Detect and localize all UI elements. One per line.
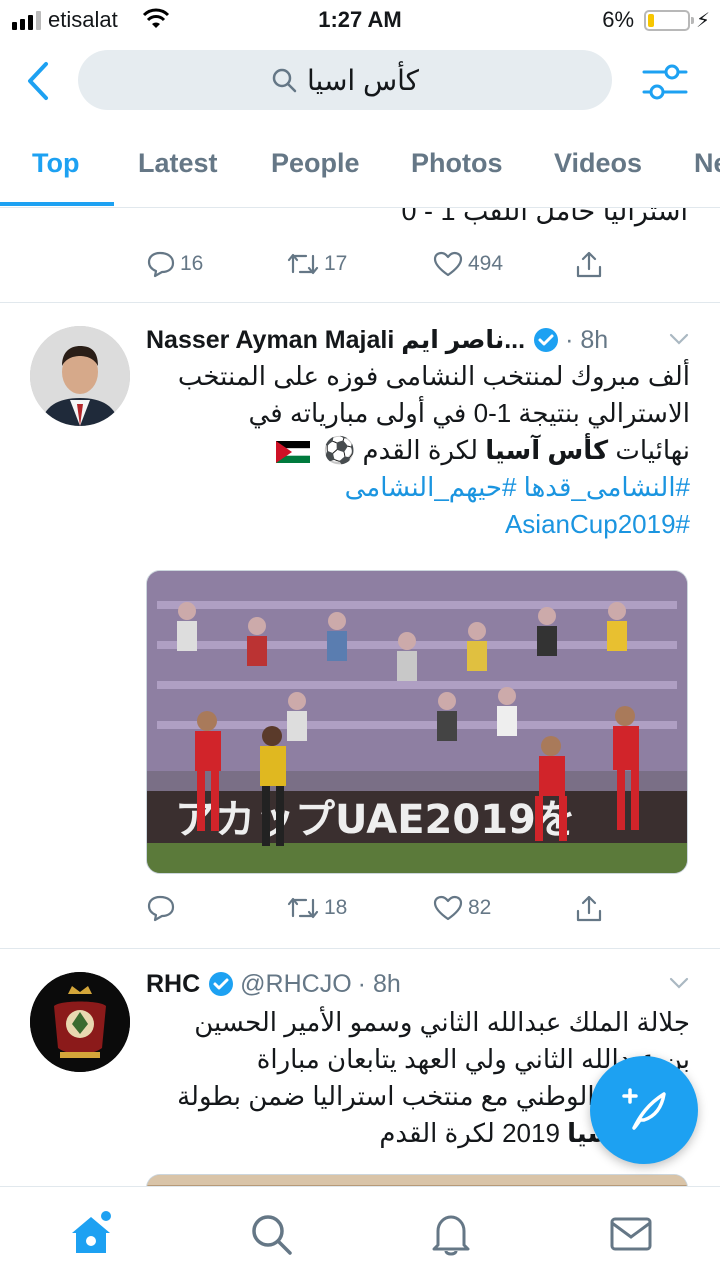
like-count: 494 [468,252,504,275]
retweet-button[interactable]: 18 [286,894,347,922]
tweet-time: · 8h [565,325,609,354]
battery-percent: 6% [602,7,634,32]
like-button[interactable]: 494 [432,250,503,278]
chevron-down-icon[interactable] [666,970,692,996]
share-icon [576,895,602,922]
tab-videos[interactable]: Videos [554,148,642,179]
photo-preview-image [147,1175,687,1186]
tweet-actions: 18 82 [146,894,616,934]
tab-photos[interactable]: Photos [411,148,503,179]
back-arrow-icon[interactable] [18,58,58,104]
verified-badge-icon [534,328,559,352]
battery-icon [644,10,694,31]
hashtag-link[interactable]: #النشامى_قدها #حيهم_النشامى [146,469,690,506]
retweet-icon [287,897,319,919]
hashtag-link[interactable]: #AsianCup2019 [146,506,690,543]
tweet-text-fragment: 2019 لكرة القدم [379,1118,568,1148]
tab-people[interactable]: People [271,148,360,179]
tweet-text-fragment: لكرة القدم ⚽ [322,435,486,465]
author-name[interactable]: Nasser Ayman Majali ناصر ايم... [146,325,525,355]
search-query: كأس اسيا [306,64,420,96]
retweet-button[interactable]: 17 [286,250,347,278]
tweet-photo[interactable]: アカップUAE2019を [146,570,688,874]
like-button[interactable]: 82 [432,894,491,922]
jordan-flag-icon [275,441,310,464]
notifications-bell-icon[interactable] [426,1209,476,1259]
author-name[interactable]: RHC [146,970,200,999]
tab-top[interactable]: Top [32,148,79,179]
reply-icon [147,251,175,278]
filter-icon[interactable] [640,60,690,104]
chevron-down-icon[interactable] [666,326,692,352]
stadium-celebration-image: アカップUAE2019を [147,571,687,873]
tweet-header: RHC @RHCJO · 8h [146,966,692,1002]
tweet-header: Nasser Ayman Majali ناصر ايم... · 8h [146,322,692,358]
tweet-feed[interactable]: استراليا حامل اللقب 1 - 0 16 17 494 Nass… [0,208,720,1186]
royal-crest-icon [30,972,130,1072]
charging-icon: ⚡ [695,10,710,32]
avatar[interactable] [30,972,130,1072]
share-icon [576,251,602,278]
author-handle[interactable]: @RHCJO [240,970,352,999]
messages-envelope-icon[interactable] [606,1209,656,1259]
bottom-tab-bar [0,1186,720,1280]
tweet-text-line: ألف مبروك لمنتخب النشامى فوزه على المنتخ… [177,361,690,391]
tweet-divider [0,302,720,303]
tweet-text-fragment: نهائيات [608,435,690,465]
reply-button[interactable]: 16 [146,250,203,278]
search-icon [272,68,297,93]
tweet-text-line: نهائيات كأس آسيا لكرة القدم ⚽ [146,432,690,469]
search-header: كأس اسيا [0,40,720,126]
search-highlight: كأس آسيا [485,435,609,465]
reply-count: 16 [180,252,204,275]
reply-button[interactable] [146,894,180,922]
compose-feather-icon [622,1088,666,1130]
profile-photo [30,326,130,426]
share-button[interactable] [574,894,604,924]
retweet-count: 18 [324,896,348,919]
retweet-icon [287,253,319,275]
search-tabs: Top Latest People Photos Videos Ne [0,126,720,208]
tweet-text-partial: استراليا حامل اللقب 1 - 0 [401,208,688,226]
heart-icon [433,895,463,921]
avatar[interactable] [30,326,130,426]
heart-icon [433,251,463,277]
home-icon[interactable] [66,1209,116,1259]
reply-icon [147,895,175,922]
active-tab-indicator [0,202,114,206]
share-button[interactable] [574,250,604,280]
like-count: 82 [468,896,492,919]
tab-news[interactable]: Ne [694,148,720,179]
tweet-divider [0,948,720,949]
tweet-photo[interactable] [146,1174,688,1186]
tweet-time: · 8h [357,969,401,998]
compose-tweet-button[interactable] [590,1056,698,1164]
tweet-text-line: الاسترالي بنتيجة 1-0 في أولى مبارياته في [248,398,690,428]
search-icon[interactable] [246,1209,296,1259]
search-input[interactable]: كأس اسيا [78,50,612,110]
tweet-text: ألف مبروك لمنتخب النشامى فوزه على المنتخ… [146,358,690,543]
tweet-actions: 16 17 494 [146,250,616,290]
retweet-count: 17 [324,252,348,275]
tweet-text-line: جلالة الملك عبدالله الثاني وسمو الأمير ا… [194,1007,690,1037]
tab-latest[interactable]: Latest [138,148,218,179]
image-banner-text: アカップUAE2019を [175,797,576,843]
verified-badge-icon [209,972,234,996]
status-bar: etisalat 1:27 AM 6% ⚡ [0,0,720,40]
